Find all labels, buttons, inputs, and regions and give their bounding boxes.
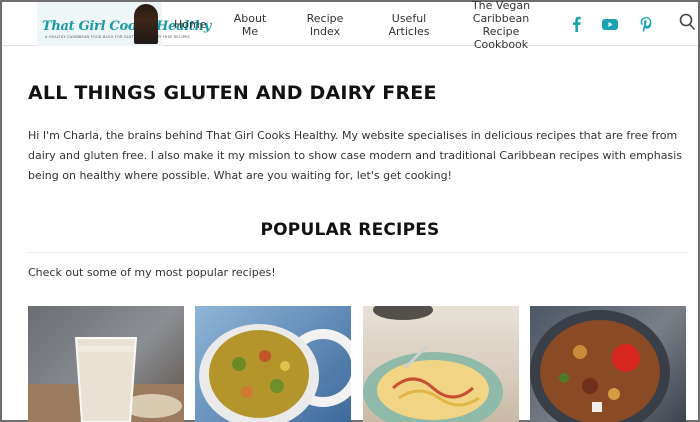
nav-recipe-index[interactable]: Recipe Index <box>302 12 348 38</box>
nav-useful-articles[interactable]: Useful Articles <box>384 12 434 38</box>
nav-useful-articles-label-line-1: Useful <box>391 12 427 25</box>
nav-vegan-cookbook-label-line-1: The Vegan <box>471 0 531 12</box>
recipe-card-curry[interactable] <box>195 306 351 422</box>
nav-home[interactable]: Home <box>174 18 207 31</box>
site-logo[interactable]: That Girl Cooks Healthy A HEALTHY CARIBB… <box>37 2 211 46</box>
recipe-image-stew <box>530 310 670 422</box>
popular-recipes-heading: POPULAR RECIPES <box>260 220 440 240</box>
youtube-icon[interactable] <box>601 15 619 33</box>
section-divider <box>28 252 688 253</box>
nav-home-label: Home <box>174 18 207 31</box>
facebook-icon[interactable] <box>568 15 586 33</box>
logo-portrait <box>134 4 158 44</box>
nav-vegan-cookbook-label-line-3: Recipe <box>482 25 520 38</box>
nav-about-me-label-line-1: About <box>233 12 267 25</box>
nav-about-me-label-line-2: Me <box>241 25 259 38</box>
popular-recipes-subtitle: Check out some of my most popular recipe… <box>28 266 276 279</box>
recipe-image-drink <box>28 337 184 422</box>
recipe-card-stew[interactable] <box>530 306 686 422</box>
recipe-card-noodles[interactable] <box>363 306 519 422</box>
nav-recipe-index-label-line-1: Recipe <box>306 12 344 25</box>
recipe-image-noodles <box>363 306 503 422</box>
nav-vegan-cookbook-label-line-4: Cookbook <box>473 38 529 51</box>
nav-about-me[interactable]: About Me <box>230 12 270 38</box>
search-icon[interactable] <box>678 12 696 32</box>
nav-useful-articles-label-line-2: Articles <box>388 25 430 38</box>
nav-vegan-cookbook-label-line-2: Caribbean <box>472 12 530 25</box>
recipe-image-curry <box>199 324 351 422</box>
pinterest-icon[interactable] <box>637 15 655 33</box>
recipe-card-drink[interactable] <box>28 306 184 422</box>
intro-paragraph: Hi I'm Charla, the brains behind That Gi… <box>28 129 683 182</box>
nav-vegan-cookbook[interactable]: The Vegan Caribbean Recipe Cookbook <box>468 0 534 51</box>
nav-recipe-index-label-line-2: Index <box>309 25 341 38</box>
site-header: That Girl Cooks Healthy A HEALTHY CARIBB… <box>2 0 698 51</box>
logo-tagline: A HEALTHY CARIBBEAN FOOD BLOG FOR GLUTEN… <box>45 35 190 39</box>
page-title: ALL THINGS GLUTEN AND DAIRY FREE <box>28 82 437 104</box>
